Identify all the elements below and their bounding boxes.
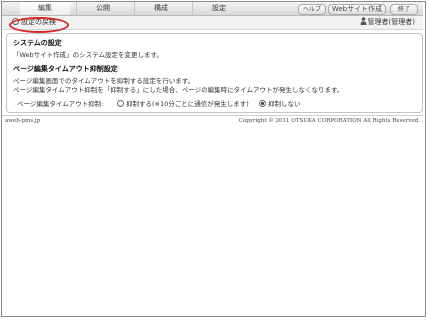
tab-structure[interactable]: 構成 xyxy=(134,2,187,15)
top-menu-bar: 編集 公開 構成 設定 ヘルプ Webサイト作成 終了 xyxy=(2,2,423,16)
radio-dot xyxy=(117,100,124,107)
user-indicator: 管理者(管理者) xyxy=(360,17,415,28)
site-create-button[interactable]: Webサイト作成 xyxy=(328,4,386,15)
highlight-ring xyxy=(9,17,69,33)
timeout-settings-title: ページ編集タイムアウト抑制設定 xyxy=(13,65,118,73)
footer-domain: aweb-pms.jp xyxy=(5,118,41,124)
tab-publish[interactable]: 公開 xyxy=(76,2,129,15)
radio-no-suppress[interactable]: 抑制しない xyxy=(259,98,301,108)
person-icon xyxy=(360,17,367,25)
tab-edit[interactable]: 編集 xyxy=(20,2,70,15)
exit-button[interactable]: 終了 xyxy=(390,4,418,15)
radio-suppress-label: 抑制する(※10分ごとに通信が発生します) xyxy=(126,100,249,108)
system-settings-title: システムの設定 xyxy=(13,39,62,47)
tab-settings[interactable]: 設定 xyxy=(192,2,245,15)
settings-panel: システムの設定 「Webサイト作成」のシステム設定を変更します。 ページ編集タイ… xyxy=(6,33,423,113)
help-button[interactable]: ヘルプ xyxy=(298,4,326,15)
footer-copyright: Copyright © 2011 OTSUKA CORPORATION All … xyxy=(238,118,420,124)
system-settings-desc: 「Webサイト作成」のシステム設定を変更します。 xyxy=(13,51,163,59)
user-name: 管理者(管理者) xyxy=(367,18,415,26)
radio-dot-selected xyxy=(259,100,266,107)
radio-suppress[interactable]: 抑制する(※10分ごとに通信が発生します) xyxy=(117,98,249,108)
timeout-option-label: ページ編集タイムアウト抑制: xyxy=(17,100,104,108)
timeout-desc-2: ページ編集タイムアウト抑制を「抑制する」にした場合、ページの編集時にタイムアウト… xyxy=(13,86,344,94)
radio-no-suppress-label: 抑制しない xyxy=(268,100,301,108)
footer: aweb-pms.jp Copyright © 2011 OTSUKA CORP… xyxy=(2,115,423,125)
